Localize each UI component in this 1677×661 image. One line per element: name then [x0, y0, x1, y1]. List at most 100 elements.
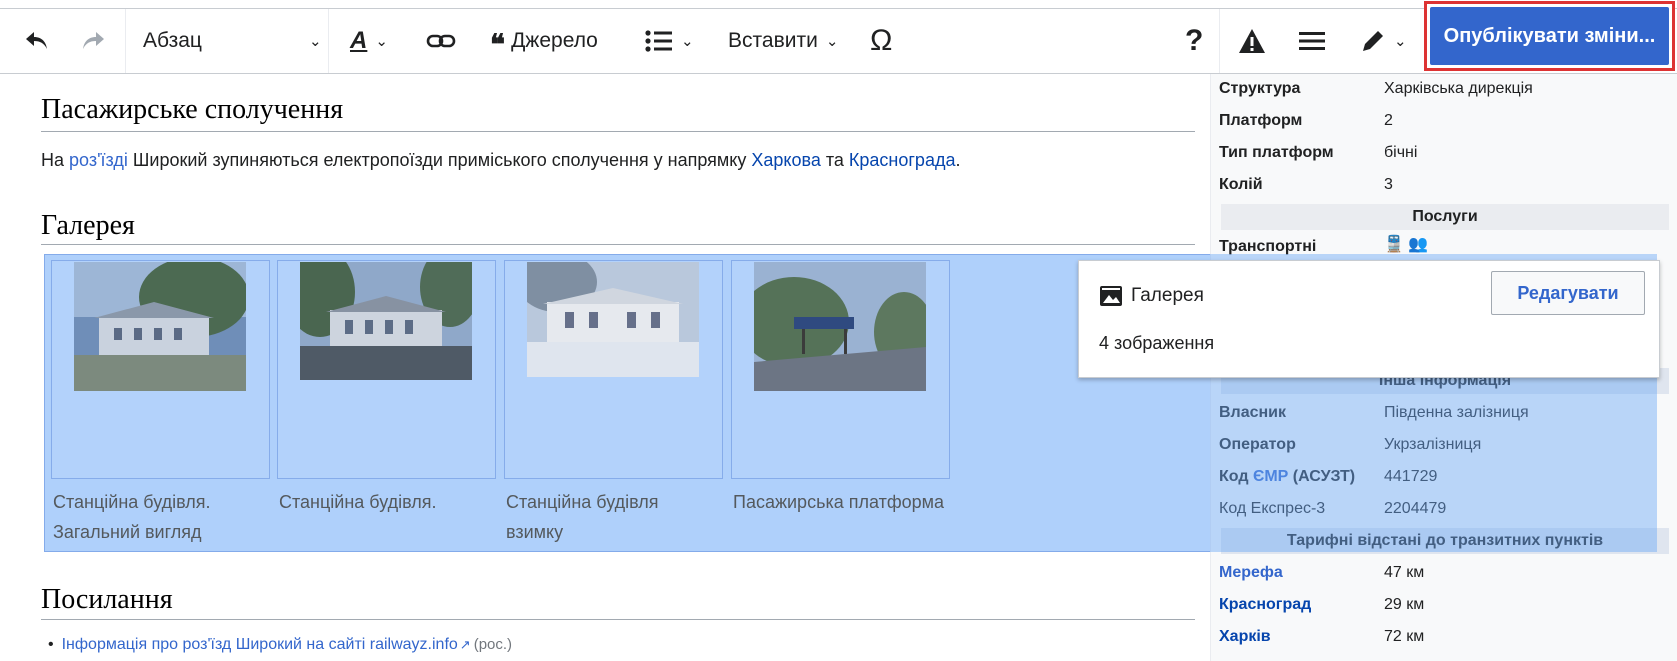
gallery-image: [754, 262, 926, 391]
link-icon: [426, 34, 456, 48]
infobox-tariff-link[interactable]: Мерефа: [1219, 564, 1283, 582]
paragraph-text: та: [820, 150, 849, 170]
infobox-value-link[interactable]: Південна залізниця: [1384, 404, 1529, 422]
link-kharkiv[interactable]: Харкова: [751, 150, 821, 170]
passenger-paragraph: На роз'їзді Широкий зупиняються електроп…: [41, 150, 960, 171]
heading-divider: [41, 244, 1195, 245]
cite-label: Джерело: [511, 29, 598, 52]
cite-button[interactable]: ❝ Джерело: [490, 9, 598, 73]
paragraph-text: Широкий зупиняються електропоїзди приміс…: [127, 150, 752, 170]
caption-line: взимку: [506, 522, 564, 542]
link-krasnohrad[interactable]: Краснограда: [849, 150, 956, 170]
publish-changes-button-outline: Опублікувати зміни...: [1424, 1, 1675, 71]
train-icon: 🚆: [1384, 236, 1404, 253]
external-link-icon: ↗: [459, 637, 471, 652]
infobox-key-code: Код ЄМР (АСУЗТ): [1219, 468, 1355, 486]
transport-icons: 🚆 👥: [1384, 234, 1428, 254]
chevron-down-icon: ⌄: [309, 33, 322, 50]
gallery-icon: [1100, 286, 1122, 306]
section-heading-passenger: Пасажирське сполучення: [41, 94, 344, 125]
code-key-text: Код: [1219, 468, 1253, 485]
chevron-down-icon: ⌄: [825, 33, 839, 50]
infobox-key: Тип платформ: [1219, 144, 1334, 161]
gallery-caption: Пасажирська платформа: [733, 487, 955, 517]
page-options-warning-button[interactable]: [1238, 9, 1266, 73]
pencil-icon: [1363, 31, 1383, 51]
link-button[interactable]: [426, 9, 456, 73]
gallery-caption: Станційна будівля.: [279, 487, 501, 517]
infobox-key: Транспортні: [1219, 238, 1317, 255]
infobox-value: 3: [1384, 176, 1393, 193]
publish-changes-button[interactable]: Опублікувати зміни...: [1430, 7, 1669, 65]
gallery-caption: Станційна будівля. Загальний вигляд: [53, 487, 275, 547]
reference-language: (рос.): [473, 636, 513, 653]
gallery-item[interactable]: [504, 260, 723, 479]
gallery-item[interactable]: [731, 260, 950, 479]
infobox-value: бічні: [1384, 144, 1418, 161]
infobox-key: Код Експрес-3: [1219, 500, 1326, 517]
help-button[interactable]: ?: [1185, 9, 1203, 73]
gallery-image: [527, 262, 699, 377]
list-dropdown[interactable]: ⌄: [645, 9, 694, 73]
caption-line: Станційна будівля.: [279, 492, 437, 512]
paragraph-format-dropdown[interactable]: Абзац ⌄: [143, 9, 323, 73]
infobox-key: Платформ: [1219, 112, 1303, 129]
caption-line: Загальний вигляд: [53, 522, 202, 542]
bullet: •: [48, 636, 54, 653]
insert-label: Вставити: [728, 29, 818, 52]
section-heading-gallery: Галерея: [41, 210, 135, 241]
infobox-key: Структура: [1219, 80, 1301, 97]
infobox-key: Власник: [1219, 404, 1287, 421]
chevron-down-icon: ⌄: [681, 33, 694, 50]
infobox-tariff-link[interactable]: Красноград: [1219, 596, 1311, 614]
insert-dropdown[interactable]: Вставити ⌄: [728, 9, 838, 73]
paragraph-text: .: [955, 150, 961, 170]
redo-icon: [83, 32, 104, 49]
infobox-tariff-link[interactable]: Харків: [1219, 628, 1271, 646]
infobox-value-link[interactable]: Харківська дирекція: [1384, 80, 1533, 98]
infobox-value: 29 км: [1384, 596, 1425, 613]
popup-title: Галерея: [1131, 285, 1204, 306]
gallery-context-popup: Галерея 4 зображення Редагувати: [1078, 260, 1660, 378]
gallery-item[interactable]: [51, 260, 270, 479]
passengers-icon: 👥: [1408, 236, 1429, 253]
undo-button[interactable]: [24, 9, 50, 73]
text-style-dropdown[interactable]: A ⌄: [350, 9, 388, 73]
link-roziizd[interactable]: роз'їзді: [69, 150, 128, 170]
heading-divider: [41, 619, 1195, 620]
heading-divider: [41, 131, 1195, 132]
menu-icon: [1299, 32, 1325, 50]
undo-icon: [26, 32, 47, 49]
gallery-image: [74, 262, 246, 391]
caption-line: Пасажирська платформа: [733, 492, 945, 512]
infobox-value: 47 км: [1384, 564, 1425, 581]
emr-link[interactable]: ЄМР: [1253, 468, 1288, 485]
infobox-value: 441729: [1384, 468, 1438, 485]
paragraph-format-label: Абзац: [143, 29, 202, 52]
reference-list-item: • Інформація про роз'їзд Широкий на сайті…: [48, 636, 512, 654]
caption-line: Станційна будівля.: [53, 492, 211, 512]
redo-button[interactable]: [80, 9, 106, 73]
text-style-icon: A: [350, 27, 368, 54]
reference-link[interactable]: Інформація про роз'їзд Широкий на сайті …: [62, 636, 458, 653]
gallery-image: [300, 262, 472, 380]
infobox-header-services: Послуги: [1221, 204, 1669, 230]
gallery-item[interactable]: [277, 260, 496, 479]
popup-edit-button[interactable]: Редагувати: [1491, 271, 1645, 315]
infobox-key: Колій: [1219, 176, 1263, 193]
code-key-text: (АСУЗТ): [1288, 468, 1356, 485]
special-character-button[interactable]: Ω: [870, 9, 892, 73]
section-heading-links: Посилання: [41, 584, 173, 615]
chevron-down-icon: ⌄: [375, 33, 388, 50]
page-options-menu-button[interactable]: [1298, 9, 1326, 73]
caption-line: Станційна будівля: [506, 492, 659, 512]
help-icon: ?: [1185, 24, 1204, 57]
infobox-header-tariff: Тарифні відстані до транзитних пунктів: [1221, 528, 1669, 554]
gallery-caption: Станційна будівля взимку: [506, 487, 728, 547]
infobox-value: 72 км: [1384, 628, 1425, 645]
edit-mode-dropdown[interactable]: ⌄: [1360, 9, 1407, 73]
quote-icon: ❝: [490, 28, 506, 60]
paragraph-text: На: [41, 150, 70, 170]
infobox-value-link[interactable]: Укрзалізниця: [1384, 436, 1481, 454]
gallery-block[interactable]: Станційна будівля. Загальний вигляд Стан…: [44, 254, 1224, 552]
